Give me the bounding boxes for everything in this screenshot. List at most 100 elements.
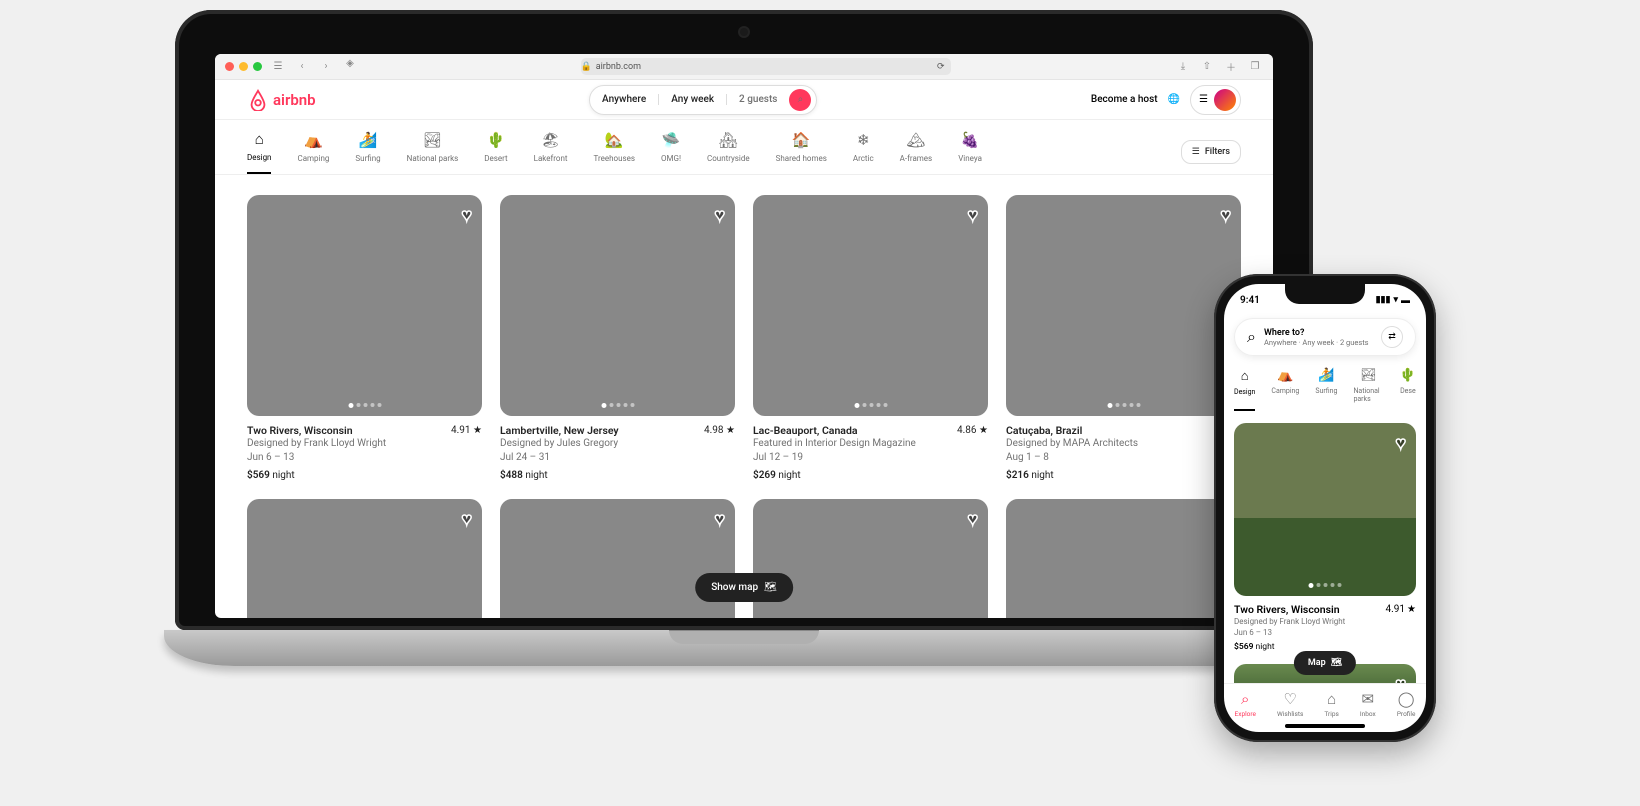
sidebar-icon[interactable]: ☰: [270, 61, 286, 72]
wishlist-heart-icon[interactable]: ♥: [714, 509, 725, 530]
minimize-window-button[interactable]: [239, 62, 248, 71]
wishlist-heart-icon[interactable]: ♥: [714, 205, 725, 226]
wishlist-heart-icon[interactable]: ♥: [1220, 205, 1231, 226]
reload-icon[interactable]: ⟳: [937, 62, 951, 72]
phone-filter-button[interactable]: ⇄: [1381, 326, 1403, 348]
listing-card[interactable]: ♥: [1006, 499, 1241, 618]
wishlist-heart-icon[interactable]: ♥: [967, 509, 978, 530]
sliders-icon: ☰: [1192, 147, 1200, 157]
listing-dates: Aug 1 – 8: [1006, 451, 1241, 466]
search-where[interactable]: Anywhere: [590, 94, 659, 105]
phone-category-design[interactable]: ⌂Design: [1234, 368, 1255, 411]
become-host-link[interactable]: Become a host: [1091, 94, 1158, 105]
listing-card[interactable]: ♥ Two Rivers, Wisconsin 4.91 ★ Designed …: [1234, 423, 1416, 652]
zoom-window-button[interactable]: [253, 62, 262, 71]
address-bar[interactable]: 🔒 airbnb.com ⟳: [581, 58, 951, 75]
listing-location: Two Rivers, Wisconsin: [247, 424, 353, 437]
tabs-icon[interactable]: ❐: [1247, 61, 1263, 72]
search-when[interactable]: Any week: [659, 94, 727, 105]
listing-card[interactable]: ♥: [500, 499, 735, 618]
listing-card[interactable]: ♥Catuçaba, BrazilDesigned by MAPA Archit…: [1006, 195, 1241, 481]
listing-card[interactable]: ♥: [753, 499, 988, 618]
wishlist-heart-icon[interactable]: ♥: [1395, 433, 1406, 454]
category-label: National parks: [407, 154, 459, 163]
phone-category-dese[interactable]: 🌵Dese: [1400, 368, 1416, 411]
map-label: Map: [1308, 658, 1326, 668]
search-button[interactable]: ⌕: [789, 89, 811, 111]
search-subtitle: Anywhere · Any week · 2 guests: [1264, 338, 1373, 347]
category-national-parks[interactable]: 🏞National parks: [407, 131, 459, 173]
wishlist-heart-icon[interactable]: ♥: [967, 205, 978, 226]
listing-subtitle: Designed by MAPA Architects: [1006, 437, 1241, 452]
listing-location: Lambertville, New Jersey: [500, 424, 619, 437]
carousel-dots: [1309, 583, 1342, 588]
tab-wishlists[interactable]: ♡Wishlists: [1277, 690, 1303, 718]
close-window-button[interactable]: [225, 62, 234, 71]
new-tab-icon[interactable]: ＋: [1223, 59, 1239, 74]
laptop-device: ☰ ‹ › ◈ 🔒 airbnb.com ⟳ ⤓ ⇧ ＋ ❐: [175, 10, 1313, 682]
tab-inbox[interactable]: ✉ Inbox: [1360, 690, 1376, 718]
category-label: Arctic: [853, 154, 874, 163]
phone-map-button[interactable]: Map 🗺: [1294, 651, 1356, 675]
category-vineya[interactable]: 🍇Vineya: [958, 131, 982, 173]
wishlist-heart-icon[interactable]: ♥: [461, 205, 472, 226]
downloads-icon[interactable]: ⤓: [1175, 61, 1191, 72]
category-omg![interactable]: 🛸OMG!: [661, 131, 681, 173]
category-shared-homes[interactable]: 🏠Shared homes: [776, 131, 827, 173]
search-pill[interactable]: Anywhere Any week 2 guests ⌕: [589, 85, 817, 115]
category-icon: 🏠: [792, 131, 810, 149]
listing-location: Lac-Beauport, Canada: [753, 424, 858, 437]
category-desert[interactable]: 🌵Desert: [484, 131, 507, 173]
listing-card[interactable]: ♥Lac-Beauport, Canada4.86 ★Featured in I…: [753, 195, 988, 481]
listing-subtitle: Designed by Frank Lloyd Wright: [247, 437, 482, 452]
search-icon: ⌕: [786, 94, 816, 105]
wishlist-heart-icon[interactable]: ♥: [1395, 674, 1406, 683]
tab-explore[interactable]: ⌕Explore: [1235, 690, 1256, 718]
category-countryside[interactable]: 🏘 Countryside: [707, 131, 750, 173]
tab-label: Inbox: [1360, 710, 1376, 718]
tab-trips[interactable]: ⌂Trips: [1324, 690, 1338, 718]
phone-category-surfing[interactable]: 🏄Surfing: [1315, 368, 1337, 411]
category-a-frames[interactable]: 🏔A-frames: [900, 131, 933, 173]
listing-rating: 4.91 ★: [451, 424, 482, 437]
wishlist-heart-icon[interactable]: ♥: [461, 509, 472, 530]
show-map-button[interactable]: Show map 🗺: [695, 573, 793, 602]
listing-card[interactable]: ♥: [247, 499, 482, 618]
category-icon: 🏘: [719, 131, 737, 149]
listing-image: ♥: [753, 195, 988, 416]
category-design[interactable]: ⌂Design: [247, 130, 271, 174]
globe-icon[interactable]: 🌐: [1168, 94, 1180, 105]
category-lakefront[interactable]: 🏖Lakefront: [534, 131, 568, 173]
category-label: National parks: [1353, 387, 1383, 403]
phone-search-pill[interactable]: ⌕ Where to? Anywhere · Any week · 2 gues…: [1234, 318, 1416, 356]
tab-profile[interactable]: ◯Profile: [1397, 690, 1416, 718]
forward-button[interactable]: ›: [318, 61, 334, 72]
listing-image: ♥: [1234, 423, 1416, 596]
listing-card[interactable]: ♥Lambertville, New Jersey4.98 ★Designed …: [500, 195, 735, 481]
window-controls[interactable]: [225, 62, 262, 71]
listing-subtitle: Designed by Jules Gregory: [500, 437, 735, 452]
share-icon[interactable]: ⇧: [1199, 61, 1215, 72]
filters-button[interactable]: ☰ Filters: [1181, 140, 1241, 164]
category-icon: ⛺: [304, 131, 322, 149]
phone-category-national-parks[interactable]: 🏞National parks: [1353, 368, 1383, 411]
category-surfing[interactable]: 🏄Surfing: [355, 131, 380, 173]
listing-card[interactable]: ♥ Two Rivers, Wisconsin 4.91 ★Designed by …: [247, 195, 482, 481]
phone-category-camping[interactable]: ⛺Camping: [1271, 368, 1299, 411]
user-menu[interactable]: ☰: [1190, 85, 1241, 115]
listing-image: ♥: [1006, 195, 1241, 416]
back-button[interactable]: ‹: [294, 61, 310, 72]
home-indicator[interactable]: [1285, 724, 1365, 728]
category-label: Countryside: [707, 154, 750, 163]
category-camping[interactable]: ⛺Camping: [297, 131, 329, 173]
tab-icon: ✉: [1362, 690, 1375, 708]
shield-icon[interactable]: ◈: [342, 58, 358, 75]
phone-device: 9:41 ▮▮▮ ▾ ▬ ⌕ Where to? Anywhere · Any …: [1214, 274, 1436, 742]
search-who[interactable]: 2 guests: [727, 94, 789, 105]
category-icon: 🍇: [961, 131, 979, 149]
listing-price: $488 night: [500, 470, 735, 481]
airbnb-logo[interactable]: airbnb: [247, 89, 316, 111]
category-arctic[interactable]: ❄Arctic: [853, 131, 874, 173]
category-label: Desert: [484, 154, 507, 163]
category-treehouses[interactable]: 🏡Treehouses: [594, 131, 635, 173]
